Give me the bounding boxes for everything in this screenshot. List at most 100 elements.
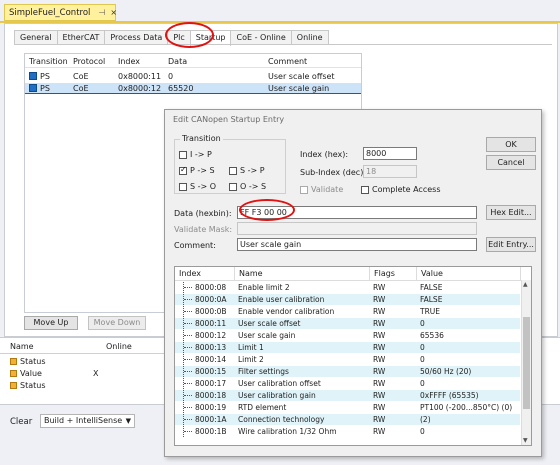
grid-scrollbar[interactable]: ▲ ▼	[521, 280, 531, 445]
object-dictionary-grid[interactable]: Index Name Flags Value 8000:08 Enable lim…	[174, 266, 532, 446]
grid-cell-flags: RW	[373, 415, 386, 424]
checkbox-label: I -> P	[190, 150, 212, 159]
validate-checkbox[interactable]: Validate	[300, 185, 343, 194]
dialog-title: Edit CANopen Startup Entry	[173, 115, 285, 124]
subindex-label: Sub-Index (dec):	[300, 168, 367, 177]
scroll-down-icon[interactable]: ▼	[523, 437, 528, 444]
document-tab-title: SimpleFuel_Control	[9, 7, 91, 18]
checkbox-label: P -> S	[190, 166, 215, 175]
column-header-name[interactable]: Name	[10, 342, 34, 351]
grid-cell-value: (2)	[420, 415, 431, 424]
data-value-highlight	[239, 199, 295, 221]
grid-row[interactable]: 8000:15 Filter settings RW 50/60 Hz (20)	[175, 366, 520, 377]
grid-row[interactable]: 8000:19 RTD element RW PT100 (-200...850°C)…	[175, 402, 520, 413]
tab-ethercat[interactable]: EtherCAT	[56, 30, 106, 45]
list-item[interactable]: Status	[10, 357, 46, 366]
variable-name: Status	[20, 381, 46, 390]
grid-cell-name: RTD element	[238, 403, 287, 412]
grid-cell-value: 65536	[420, 331, 444, 340]
grid-row[interactable]: 8000:12 User scale gain RW 65536	[175, 330, 520, 341]
grid-cell-value: 50/60 Hz (20)	[420, 367, 472, 376]
tab-coe-online[interactable]: CoE - Online	[230, 30, 292, 45]
checkbox-label: Complete Access	[372, 185, 441, 194]
table-row[interactable]: PS CoE 0x8000:11 0 User scale offset	[25, 71, 361, 82]
transition-i-to-p-checkbox[interactable]: I -> P	[179, 150, 212, 159]
grid-cell-flags: RW	[373, 343, 386, 352]
column-header-transition[interactable]: Transition	[29, 57, 68, 66]
tree-connector-branch	[184, 383, 192, 384]
scrollbar-thumb[interactable]	[523, 317, 530, 409]
variable-icon	[10, 382, 17, 389]
grid-cell-flags: RW	[373, 427, 386, 436]
move-up-button[interactable]: Move Up	[24, 316, 78, 330]
grid-cell-value: TRUE	[420, 307, 441, 316]
grid-row[interactable]: 8000:14 Limit 2 RW 0	[175, 354, 520, 365]
grid-row[interactable]: 8000:1A Connection technology RW (2)	[175, 414, 520, 425]
close-icon[interactable]: ×	[110, 8, 117, 17]
cell-index: 0x8000:11	[118, 72, 162, 81]
checkbox-label: S -> P	[240, 166, 265, 175]
pin-icon[interactable]: ⊣	[98, 8, 105, 17]
table-row[interactable]: PS CoE 0x8000:12 65520 User scale gain	[25, 83, 361, 94]
move-down-button[interactable]: Move Down	[88, 316, 146, 330]
variable-online-value: X	[93, 369, 99, 378]
clear-button[interactable]: Clear	[10, 417, 32, 427]
transition-s-to-o-checkbox[interactable]: S -> O	[179, 182, 216, 191]
column-header-data[interactable]: Data	[168, 57, 187, 66]
column-header-index[interactable]: Index	[118, 57, 140, 66]
comment-input[interactable]: User scale gain	[237, 238, 477, 251]
grid-row[interactable]: 8000:11 User scale offset RW 0	[175, 318, 520, 329]
column-header-online[interactable]: Online	[106, 342, 132, 351]
validate-mask-input[interactable]	[237, 222, 477, 235]
grid-header-name[interactable]: Name	[235, 267, 370, 280]
subindex-input[interactable]: 18	[363, 165, 417, 178]
hex-edit-button[interactable]: Hex Edit...	[486, 205, 536, 220]
cell-protocol: CoE	[73, 84, 89, 93]
checkbox-box	[361, 185, 369, 194]
cell-data: 65520	[168, 84, 194, 93]
scroll-up-icon[interactable]: ▲	[523, 281, 528, 288]
transition-o-to-s-checkbox[interactable]: O -> S	[229, 182, 266, 191]
checkbox-box	[179, 182, 187, 191]
tab-general[interactable]: General	[14, 30, 58, 45]
cell-data: 0	[168, 72, 174, 81]
transition-p-to-s-checkbox[interactable]: P -> S	[179, 165, 215, 175]
list-item[interactable]: Status	[10, 381, 46, 390]
column-header-comment[interactable]: Comment	[268, 57, 307, 66]
grid-header-divider	[175, 280, 531, 281]
document-tab[interactable]: SimpleFuel_Control ⊣ ×	[4, 4, 117, 21]
column-header-protocol[interactable]: Protocol	[73, 57, 105, 66]
index-input[interactable]: 8000	[363, 147, 417, 160]
tree-connector-branch	[184, 395, 192, 396]
grid-cell-index: 8000:1A	[195, 415, 227, 424]
startup-entry-icon	[29, 72, 37, 80]
grid-header-value[interactable]: Value	[417, 267, 521, 280]
grid-row[interactable]: 8000:1B Wire calibration 1/32 Ohm RW 0	[175, 426, 520, 437]
cancel-button[interactable]: Cancel	[486, 155, 536, 170]
variable-icon	[10, 358, 17, 365]
edit-entry-button[interactable]: Edit Entry...	[486, 237, 536, 252]
grid-cell-index: 8000:15	[195, 367, 227, 376]
grid-cell-index: 8000:18	[195, 391, 227, 400]
grid-row[interactable]: 8000:18 User calibration gain RW 0xFFFF (65…	[175, 390, 520, 401]
grid-row[interactable]: 8000:17 User calibration offset RW 0	[175, 378, 520, 389]
tree-connector-branch	[184, 323, 192, 324]
cell-index: 0x8000:12	[118, 84, 162, 93]
grid-row[interactable]: 8000:08 Enable limit 2 RW FALSE	[175, 282, 520, 293]
complete-access-checkbox[interactable]: Complete Access	[361, 185, 440, 194]
ok-button[interactable]: OK	[486, 137, 536, 152]
grid-row[interactable]: 8000:0A Enable user calibration RW FALSE	[175, 294, 520, 305]
grid-cell-name: Enable limit 2	[238, 283, 290, 292]
variables-header-divider	[0, 353, 165, 354]
tab-process-data[interactable]: Process Data	[104, 30, 169, 45]
grid-row[interactable]: 8000:13 Limit 1 RW 0	[175, 342, 520, 353]
transition-s-to-p-checkbox[interactable]: S -> P	[229, 166, 265, 175]
grid-row[interactable]: 8000:0B Enable vendor calibration RW TRUE	[175, 306, 520, 317]
tab-online[interactable]: Online	[290, 30, 329, 45]
grid-header-index[interactable]: Index	[175, 267, 235, 280]
grid-cell-value: 0	[420, 343, 425, 352]
build-filter-select[interactable]: Build + IntelliSense ▼	[40, 414, 135, 428]
grid-header-flags[interactable]: Flags	[370, 267, 417, 280]
list-item[interactable]: Value	[10, 369, 42, 378]
grid-cell-name: Enable user calibration	[238, 295, 325, 304]
